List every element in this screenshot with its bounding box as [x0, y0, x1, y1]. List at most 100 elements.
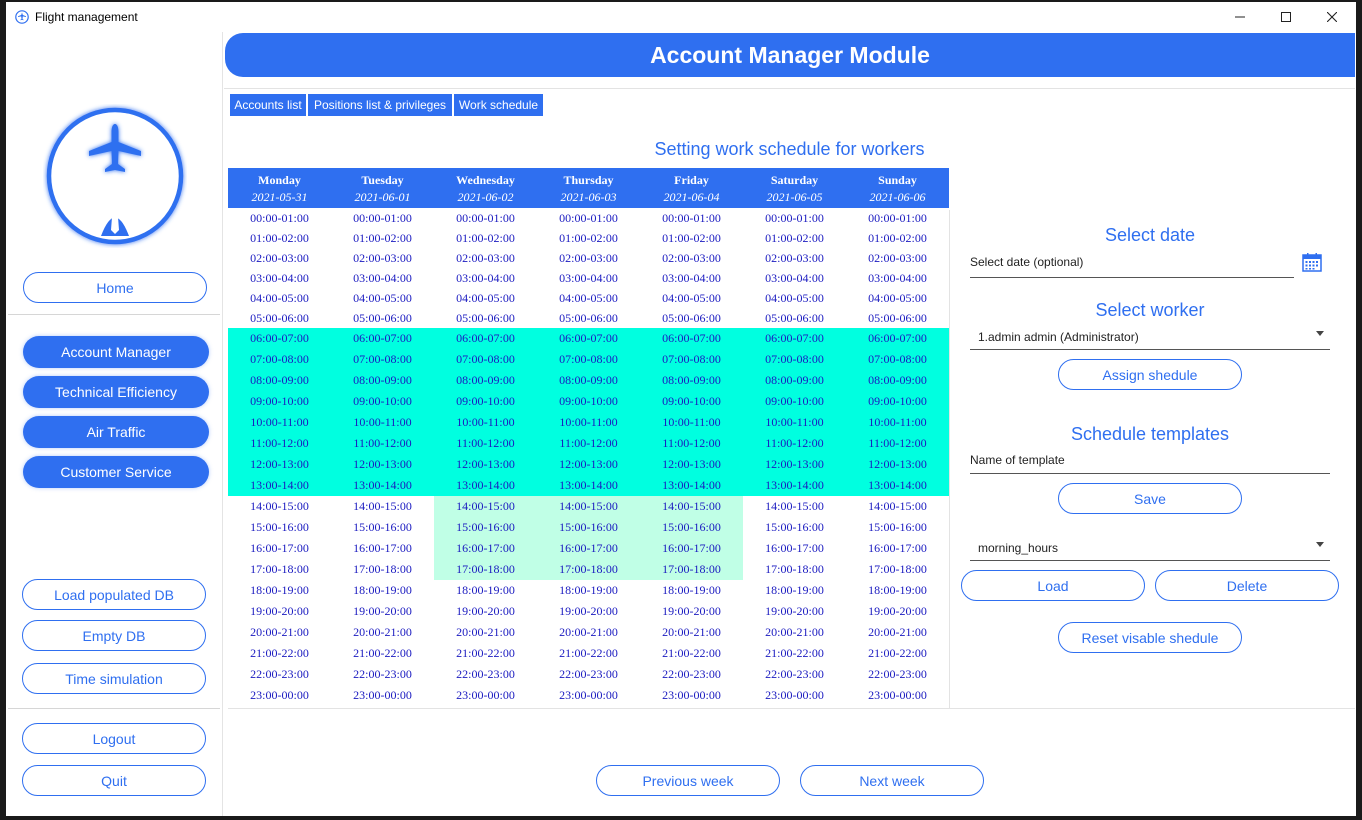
time-slot[interactable]: 09:00-10:00 — [537, 391, 640, 412]
time-slot[interactable]: 08:00-09:00 — [331, 370, 434, 391]
time-slot[interactable]: 04:00-05:00 — [537, 288, 640, 308]
time-slot[interactable]: 22:00-23:00 — [228, 664, 331, 685]
quit-button[interactable]: Quit — [22, 765, 206, 796]
time-slot[interactable]: 00:00-01:00 — [846, 208, 949, 228]
time-slot[interactable]: 07:00-08:00 — [846, 349, 949, 370]
time-slot[interactable]: 13:00-14:00 — [640, 475, 743, 496]
time-slot[interactable]: 15:00-16:00 — [434, 517, 537, 538]
time-slot[interactable]: 03:00-04:00 — [846, 268, 949, 288]
time-slot[interactable]: 03:00-04:00 — [331, 268, 434, 288]
time-slot[interactable]: 03:00-04:00 — [640, 268, 743, 288]
time-slot[interactable]: 06:00-07:00 — [228, 328, 331, 349]
load-populated-db-button[interactable]: Load populated DB — [22, 579, 206, 610]
time-slot[interactable]: 20:00-21:00 — [640, 622, 743, 643]
time-slot[interactable]: 23:00-00:00 — [537, 685, 640, 706]
time-slot[interactable]: 05:00-06:00 — [743, 308, 846, 328]
time-slot[interactable]: 12:00-13:00 — [331, 454, 434, 475]
time-slot[interactable]: 15:00-16:00 — [228, 517, 331, 538]
time-slot[interactable]: 07:00-08:00 — [434, 349, 537, 370]
time-slot[interactable]: 20:00-21:00 — [434, 622, 537, 643]
empty-db-button[interactable]: Empty DB — [22, 620, 206, 651]
time-slot[interactable]: 04:00-05:00 — [434, 288, 537, 308]
time-slot[interactable]: 08:00-09:00 — [640, 370, 743, 391]
time-slot[interactable]: 18:00-19:00 — [537, 580, 640, 601]
calendar-icon[interactable] — [1302, 252, 1322, 272]
time-slot[interactable]: 18:00-19:00 — [228, 580, 331, 601]
time-slot[interactable]: 05:00-06:00 — [846, 308, 949, 328]
time-slot[interactable]: 15:00-16:00 — [743, 517, 846, 538]
time-slot[interactable]: 12:00-13:00 — [640, 454, 743, 475]
time-slot[interactable]: 06:00-07:00 — [846, 328, 949, 349]
customer-service-button[interactable]: Customer Service — [23, 456, 209, 488]
time-slot[interactable]: 13:00-14:00 — [228, 475, 331, 496]
time-slot[interactable]: 09:00-10:00 — [743, 391, 846, 412]
air-traffic-button[interactable]: Air Traffic — [23, 416, 209, 448]
time-slot[interactable]: 10:00-11:00 — [537, 412, 640, 433]
time-slot[interactable]: 09:00-10:00 — [228, 391, 331, 412]
time-slot[interactable]: 13:00-14:00 — [743, 475, 846, 496]
time-slot[interactable]: 17:00-18:00 — [331, 559, 434, 580]
time-slot[interactable]: 08:00-09:00 — [434, 370, 537, 391]
time-slot[interactable]: 16:00-17:00 — [537, 538, 640, 559]
load-template-button[interactable]: Load — [961, 570, 1145, 601]
time-slot[interactable]: 20:00-21:00 — [846, 622, 949, 643]
time-slot[interactable]: 07:00-08:00 — [537, 349, 640, 370]
time-slot[interactable]: 06:00-07:00 — [640, 328, 743, 349]
time-slot[interactable]: 12:00-13:00 — [846, 454, 949, 475]
time-slot[interactable]: 14:00-15:00 — [640, 496, 743, 517]
time-slot[interactable]: 21:00-22:00 — [434, 643, 537, 664]
time-slot[interactable]: 20:00-21:00 — [228, 622, 331, 643]
home-button[interactable]: Home — [23, 272, 207, 303]
time-slot[interactable]: 11:00-12:00 — [743, 433, 846, 454]
time-slot[interactable]: 00:00-01:00 — [331, 208, 434, 228]
time-slot[interactable]: 01:00-02:00 — [434, 228, 537, 248]
time-slot[interactable]: 15:00-16:00 — [331, 517, 434, 538]
time-slot[interactable]: 19:00-20:00 — [743, 601, 846, 622]
time-slot[interactable]: 18:00-19:00 — [640, 580, 743, 601]
time-slot[interactable]: 11:00-12:00 — [228, 433, 331, 454]
time-slot[interactable]: 18:00-19:00 — [434, 580, 537, 601]
time-slot[interactable]: 16:00-17:00 — [228, 538, 331, 559]
reset-schedule-button[interactable]: Reset visable shedule — [1058, 622, 1242, 653]
time-slot[interactable]: 03:00-04:00 — [228, 268, 331, 288]
time-slot[interactable]: 09:00-10:00 — [846, 391, 949, 412]
time-slot[interactable]: 13:00-14:00 — [537, 475, 640, 496]
time-slot[interactable]: 12:00-13:00 — [743, 454, 846, 475]
time-slot[interactable]: 19:00-20:00 — [228, 601, 331, 622]
time-slot[interactable]: 11:00-12:00 — [331, 433, 434, 454]
time-slot[interactable]: 07:00-08:00 — [640, 349, 743, 370]
time-slot[interactable]: 08:00-09:00 — [537, 370, 640, 391]
time-slot[interactable]: 10:00-11:00 — [434, 412, 537, 433]
time-slot[interactable]: 13:00-14:00 — [434, 475, 537, 496]
time-slot[interactable]: 07:00-08:00 — [331, 349, 434, 370]
time-slot[interactable]: 19:00-20:00 — [640, 601, 743, 622]
time-slot[interactable]: 22:00-23:00 — [640, 664, 743, 685]
minimize-button[interactable] — [1217, 2, 1263, 32]
logout-button[interactable]: Logout — [22, 723, 206, 754]
time-slot[interactable]: 02:00-03:00 — [640, 248, 743, 268]
time-slot[interactable]: 08:00-09:00 — [228, 370, 331, 391]
time-slot[interactable]: 04:00-05:00 — [846, 288, 949, 308]
time-slot[interactable]: 22:00-23:00 — [743, 664, 846, 685]
technical-efficiency-button[interactable]: Technical Efficiency — [23, 376, 209, 408]
time-slot[interactable]: 11:00-12:00 — [537, 433, 640, 454]
time-slot[interactable]: 02:00-03:00 — [434, 248, 537, 268]
time-slot[interactable]: 09:00-10:00 — [331, 391, 434, 412]
time-slot[interactable]: 21:00-22:00 — [331, 643, 434, 664]
date-input[interactable]: Select date (optional) — [970, 252, 1294, 278]
time-slot[interactable]: 22:00-23:00 — [846, 664, 949, 685]
time-slot[interactable]: 16:00-17:00 — [434, 538, 537, 559]
time-slot[interactable]: 04:00-05:00 — [228, 288, 331, 308]
time-slot[interactable]: 21:00-22:00 — [846, 643, 949, 664]
time-slot[interactable]: 02:00-03:00 — [537, 248, 640, 268]
time-slot[interactable]: 07:00-08:00 — [743, 349, 846, 370]
time-slot[interactable]: 23:00-00:00 — [331, 685, 434, 706]
time-slot[interactable]: 15:00-16:00 — [537, 517, 640, 538]
time-slot[interactable]: 16:00-17:00 — [640, 538, 743, 559]
next-week-button[interactable]: Next week — [800, 765, 984, 796]
time-slot[interactable]: 17:00-18:00 — [743, 559, 846, 580]
assign-schedule-button[interactable]: Assign shedule — [1058, 359, 1242, 390]
time-slot[interactable]: 10:00-11:00 — [640, 412, 743, 433]
time-slot[interactable]: 18:00-19:00 — [846, 580, 949, 601]
time-slot[interactable]: 13:00-14:00 — [846, 475, 949, 496]
